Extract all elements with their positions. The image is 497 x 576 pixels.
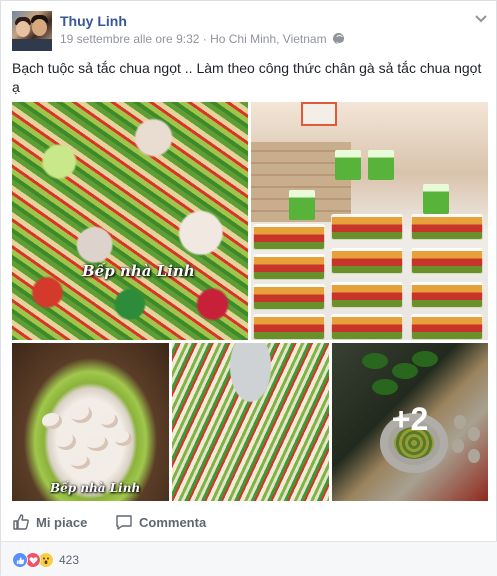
- more-photos-count: +2: [391, 401, 429, 437]
- post-timestamp[interactable]: 19 settembre alle ore 9:32: [60, 32, 199, 46]
- avatar[interactable]: [12, 11, 52, 51]
- post-footer: 423: [1, 542, 497, 576]
- reaction-summary[interactable]: 423: [12, 551, 79, 569]
- photo-watermark: Bếp nhà Linh: [50, 481, 141, 495]
- comment-label: Commenta: [139, 514, 207, 530]
- post-location[interactable]: Ho Chi Minh, Vietnam: [210, 32, 327, 46]
- like-icon: [12, 552, 28, 568]
- author-name[interactable]: Thuy Linh: [60, 13, 127, 29]
- globe-icon: [332, 33, 344, 44]
- thumbs-up-icon: [13, 514, 29, 530]
- post-card: Thuy Linh 19 settembre alle ore 9:32 · H…: [0, 0, 497, 576]
- post-meta: 19 settembre alle ore 9:32 · Ho Chi Minh…: [60, 32, 344, 46]
- like-button[interactable]: Mi piace: [12, 510, 87, 534]
- photo-5-more[interactable]: +2: [332, 343, 488, 501]
- meta-separator: ·: [199, 32, 211, 46]
- photo-watermark: Bếp nhà Linh: [82, 262, 195, 280]
- photo-1[interactable]: Bếp nhà Linh: [12, 102, 248, 340]
- photo-3[interactable]: Bếp nhà Linh: [12, 343, 169, 501]
- post-message: Bạch tuộc sả tắc chua ngọt .. Làm theo c…: [12, 60, 482, 95]
- comment-icon: [116, 515, 132, 530]
- like-label: Mi piace: [36, 514, 88, 530]
- chevron-down-icon[interactable]: [475, 15, 487, 23]
- comment-button[interactable]: Commenta: [115, 510, 206, 534]
- photo-2[interactable]: [251, 102, 488, 340]
- post-actions: Mi piace Commenta: [12, 510, 487, 534]
- reaction-count: 423: [59, 553, 80, 567]
- photo-4[interactable]: [172, 343, 329, 501]
- post-header: Thuy Linh 19 settembre alle ore 9:32 · H…: [12, 11, 487, 51]
